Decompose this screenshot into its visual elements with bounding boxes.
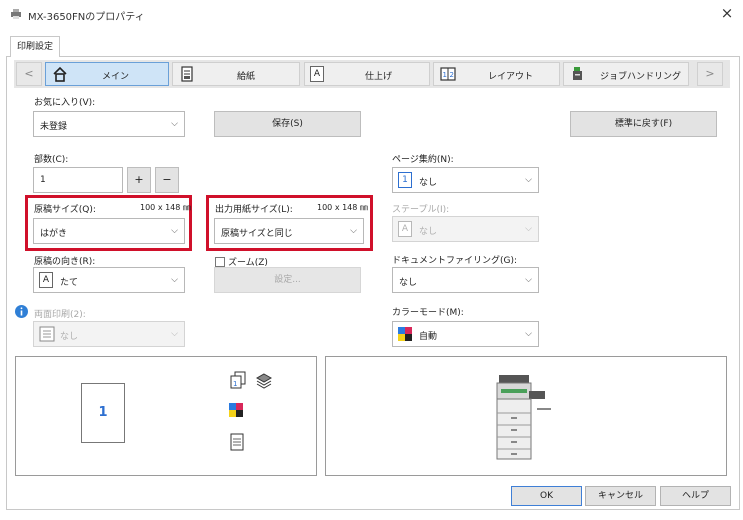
save-button[interactable]: 保存(S) bbox=[214, 111, 361, 137]
copies-decrement-button[interactable]: − bbox=[155, 167, 179, 193]
staple-select[interactable]: A なし ⌵ bbox=[392, 216, 539, 242]
simplex-page-icon bbox=[39, 326, 55, 342]
nup-label: ページ集約(N): bbox=[392, 155, 454, 165]
nav-job-handling[interactable]: ジョブハンドリング bbox=[563, 62, 689, 86]
printer-icon bbox=[11, 9, 21, 19]
close-button[interactable]: × bbox=[718, 4, 736, 22]
duplex-label: 両面印刷(2): bbox=[34, 310, 86, 320]
nav-finishing[interactable]: A 仕上げ bbox=[304, 62, 430, 86]
favorites-label: お気に入り(V): bbox=[34, 98, 96, 108]
orientation-select[interactable]: A たて ⌵ bbox=[33, 267, 185, 293]
preview-page-number: 1 bbox=[98, 405, 108, 420]
chevron-down-icon: ⌵ bbox=[525, 329, 532, 339]
orientation-value: たて bbox=[60, 278, 79, 288]
color-swatch-icon bbox=[398, 327, 412, 341]
duplex-value: なし bbox=[60, 332, 79, 342]
chevron-down-icon: ⌵ bbox=[525, 175, 532, 185]
nav-main[interactable]: メイン bbox=[45, 62, 169, 86]
cancel-button[interactable]: キャンセル bbox=[585, 486, 656, 506]
paper-tray-icon bbox=[181, 66, 193, 82]
zoom-checkbox[interactable] bbox=[215, 257, 225, 267]
document-icon bbox=[230, 433, 244, 451]
layout-icon: 1 2 bbox=[440, 67, 456, 81]
chevron-down-icon: ⌵ bbox=[171, 275, 178, 285]
nup-select[interactable]: 1 なし ⌵ bbox=[392, 167, 539, 193]
chevron-down-icon: ⌵ bbox=[171, 119, 178, 129]
reset-defaults-button[interactable]: 標準に戻す(F) bbox=[570, 111, 717, 137]
staple-page-icon: A bbox=[398, 221, 412, 237]
mfp-printer-illustration bbox=[496, 375, 551, 460]
job-handling-icon bbox=[573, 67, 582, 80]
nav-finishing-label: 仕上げ bbox=[365, 72, 393, 82]
finishing-icon: A bbox=[310, 66, 324, 82]
zoom-settings-button[interactable]: 設定... bbox=[214, 267, 361, 293]
orientation-label: 原稿の向き(R): bbox=[34, 257, 96, 267]
doc-filing-select[interactable]: なし ⌵ bbox=[392, 267, 539, 293]
chevron-down-icon: ⌵ bbox=[350, 226, 357, 236]
output-size-dims: 100 x 148 ㎜ bbox=[317, 203, 368, 212]
copies-value: 1 bbox=[40, 175, 46, 185]
info-icon bbox=[15, 305, 28, 318]
help-button[interactable]: ヘルプ bbox=[660, 486, 731, 506]
copies-increment-button[interactable]: + bbox=[127, 167, 151, 193]
chevron-down-icon: ⌵ bbox=[171, 226, 178, 236]
stack-icon bbox=[256, 373, 272, 389]
output-size-select[interactable]: 原稿サイズと同じ ⌵ bbox=[214, 218, 364, 244]
nav-prev-button[interactable]: < bbox=[16, 62, 42, 86]
nav-paper-label: 給紙 bbox=[237, 72, 256, 82]
copies-label: 部数(C): bbox=[34, 155, 69, 165]
chevron-down-icon: ⌵ bbox=[525, 224, 532, 234]
window-title: MX-3650FNのプロパティ bbox=[28, 12, 145, 23]
portrait-page-icon: A bbox=[39, 272, 53, 288]
doc-filing-value: なし bbox=[399, 278, 418, 288]
preview-page: 1 bbox=[81, 383, 125, 443]
original-size-dims: 100 x 148 ㎜ bbox=[140, 203, 191, 212]
home-icon bbox=[53, 66, 67, 82]
nav-main-label: メイン bbox=[102, 72, 130, 82]
nav-job-handling-label: ジョブハンドリング bbox=[600, 72, 682, 82]
nav-layout[interactable]: 1 2 レイアウト bbox=[433, 62, 560, 86]
nav-layout-label: レイアウト bbox=[488, 72, 534, 82]
doc-filing-label: ドキュメントファイリング(G): bbox=[392, 256, 518, 266]
output-size-value: 原稿サイズと同じ bbox=[221, 229, 293, 239]
duplex-select[interactable]: なし ⌵ bbox=[33, 321, 185, 347]
copy-pages-icon: 1 bbox=[230, 371, 246, 389]
staple-value: なし bbox=[419, 227, 438, 237]
favorites-select[interactable]: 未登録 ⌵ bbox=[33, 111, 185, 137]
copies-input[interactable]: 1 bbox=[33, 167, 123, 193]
original-size-select[interactable]: はがき ⌵ bbox=[33, 218, 185, 244]
ok-button[interactable]: OK bbox=[511, 486, 582, 506]
tab-print-settings[interactable]: 印刷設定 bbox=[10, 36, 60, 57]
color-mode-label: カラーモード(M): bbox=[392, 308, 464, 318]
color-mode-select[interactable]: 自動 ⌵ bbox=[392, 321, 539, 347]
nav-next-button[interactable]: > bbox=[697, 62, 723, 86]
nup-page-icon: 1 bbox=[398, 172, 412, 188]
staple-label: ステープル(I): bbox=[392, 205, 450, 215]
original-size-label: 原稿サイズ(Q): bbox=[34, 205, 96, 215]
color-mode-value: 自動 bbox=[419, 332, 438, 342]
svg-text:1: 1 bbox=[443, 71, 447, 79]
original-size-value: はがき bbox=[40, 229, 68, 239]
favorites-value: 未登録 bbox=[40, 122, 68, 132]
nup-value: なし bbox=[419, 178, 438, 188]
svg-text:1: 1 bbox=[233, 380, 237, 388]
chevron-down-icon: ⌵ bbox=[171, 329, 178, 339]
output-size-label: 出力用紙サイズ(L): bbox=[215, 205, 293, 215]
nav-paper[interactable]: 給紙 bbox=[172, 62, 300, 86]
chevron-down-icon: ⌵ bbox=[525, 275, 532, 285]
color-indicator-icon bbox=[229, 403, 243, 417]
svg-text:2: 2 bbox=[450, 71, 454, 79]
